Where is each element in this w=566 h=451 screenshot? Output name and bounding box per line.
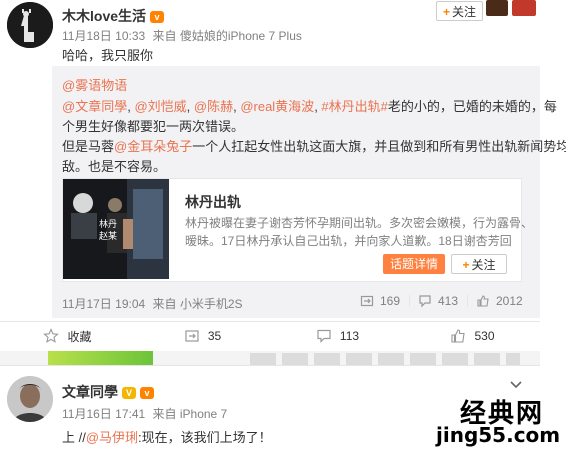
topic-lindan[interactable]: #林丹出轨# [321,99,387,114]
plus-icon: + [462,258,470,272]
action-divider [467,295,468,307]
banner-strip [0,351,540,365]
post1-date[interactable]: 11月18日 10:33 [62,29,145,43]
vip-badge-icon: v [150,11,165,24]
repost-line1-tail: 老的小的，已婚的未婚的，每 [387,99,557,114]
giraffe-avatar-icon [7,2,53,48]
repost-like-count: 2012 [496,294,523,308]
favorite-label: 收藏 [67,329,92,344]
mention-chenhe[interactable]: @陈赫 [194,99,233,114]
vip-badge-icon: v [140,387,154,400]
post1-follow-button[interactable]: + 关注 [436,1,484,21]
post2-text-pre: 上 // [62,430,86,445]
repost-author[interactable]: @雾语物语 [62,75,127,94]
repost-icon [360,295,374,307]
mention-liukaiwei[interactable]: @刘恺威 [134,99,186,114]
repost-text-line2: 个男生好像都要犯一两次错误。 [62,119,245,134]
repost-like-action[interactable]: 2012 [476,294,523,308]
mention-jinerduo[interactable]: @金耳朵兔子 [114,139,192,154]
repost-text-line4: 敌。也是不容易。 [62,159,167,174]
topic-card-title[interactable]: 林丹出轨 [185,192,241,212]
post1-text: 哈哈，我只服你 [62,48,154,63]
mention-wenzhang[interactable]: @文章同學 [62,99,127,114]
post2-date[interactable]: 11月16日 17:41 [62,407,145,421]
verified-badge-icon: V [122,387,136,400]
repost-button[interactable]: 35 [135,322,270,350]
post1-avatar-thumb[interactable] [486,0,508,16]
image-caption-2: 赵某 [99,231,118,241]
watermark-url: jing55.com [436,423,561,447]
post2-text: 上 //@马伊琍:现在，该我们上场了！ [62,427,272,446]
favorite-button[interactable]: 收藏 [0,322,135,350]
comment-icon [317,329,331,343]
repost-date[interactable]: 11月17日 19:04 [62,297,145,311]
post2-menu-chevron[interactable] [508,378,524,390]
comment-button[interactable]: 113 [270,322,405,350]
chevron-down-icon [510,381,522,389]
post2-text-post: :现在，该我们上场了！ [138,430,272,445]
repost-repost-action[interactable]: 169 [360,294,400,308]
repost-source: 来自 小米手机2S [152,297,243,311]
repost-line3-pre: 但是马蓉 [62,139,115,154]
mention-huanghaibo[interactable]: @real黄海波 [240,99,314,114]
repost-count: 35 [207,329,222,343]
topic-follow-label: 关注 [471,258,496,272]
star-icon [43,328,60,343]
comment-icon [419,295,431,308]
repost-repost-count: 169 [380,294,401,308]
topic-detail-button[interactable]: 话题详情 [383,254,445,274]
topic-card-desc-line1: 林丹被曝在妻子谢杏芳怀孕期间出轨。多次密会嫩模，行为露骨、 [185,216,534,230]
mention-mayili[interactable]: @马伊琍 [86,430,138,445]
follow-label: 关注 [452,5,477,19]
like-count: 530 [474,329,495,343]
post2-username[interactable]: 文章同學 [62,384,118,400]
post1-avatar[interactable] [7,2,53,48]
post1-username[interactable]: 木木love生活 [62,8,146,24]
post1-avatar-thumb-2[interactable] [512,0,536,16]
repost-text-line3: 但是马蓉@金耳朵兔子一个人扛起女性出轨这面大旗，并且做到和所有男性出轨新闻势均力 [62,136,566,155]
topic-card-image[interactable]: 林丹 赵某 [63,179,169,279]
plus-icon: + [443,5,451,19]
thumbs-up-icon [451,329,466,343]
like-button[interactable]: 530 [405,322,540,350]
repost-text-line1: @文章同學, @刘恺威, @陈赫, @real黄海波, #林丹出轨#老的小的，已… [62,99,557,114]
post2-avatar[interactable] [7,376,53,422]
post1-source: 来自 傻姑娘的iPhone 7 Plus [152,29,302,43]
repost-comment-action[interactable]: 413 [418,294,458,308]
topic-card-desc-line2: 暧昧。17日林丹承认自己出轨，并向家人道歉。18日谢杏芳回 [185,234,512,248]
repost-comment-count: 413 [438,294,459,308]
post-separator [0,365,540,366]
topic-follow-button[interactable]: + 关注 [451,254,507,274]
action-divider [409,295,410,307]
comment-count: 113 [339,329,360,343]
person-avatar-icon [7,376,53,422]
repost-icon [185,330,199,342]
thumbs-up-icon [477,295,489,307]
post2-source: 来自 iPhone 7 [152,407,228,421]
repost-line3-post: 一个人扛起女性出轨这面大旗，并且做到和所有男性出轨新闻势均力 [192,139,566,154]
